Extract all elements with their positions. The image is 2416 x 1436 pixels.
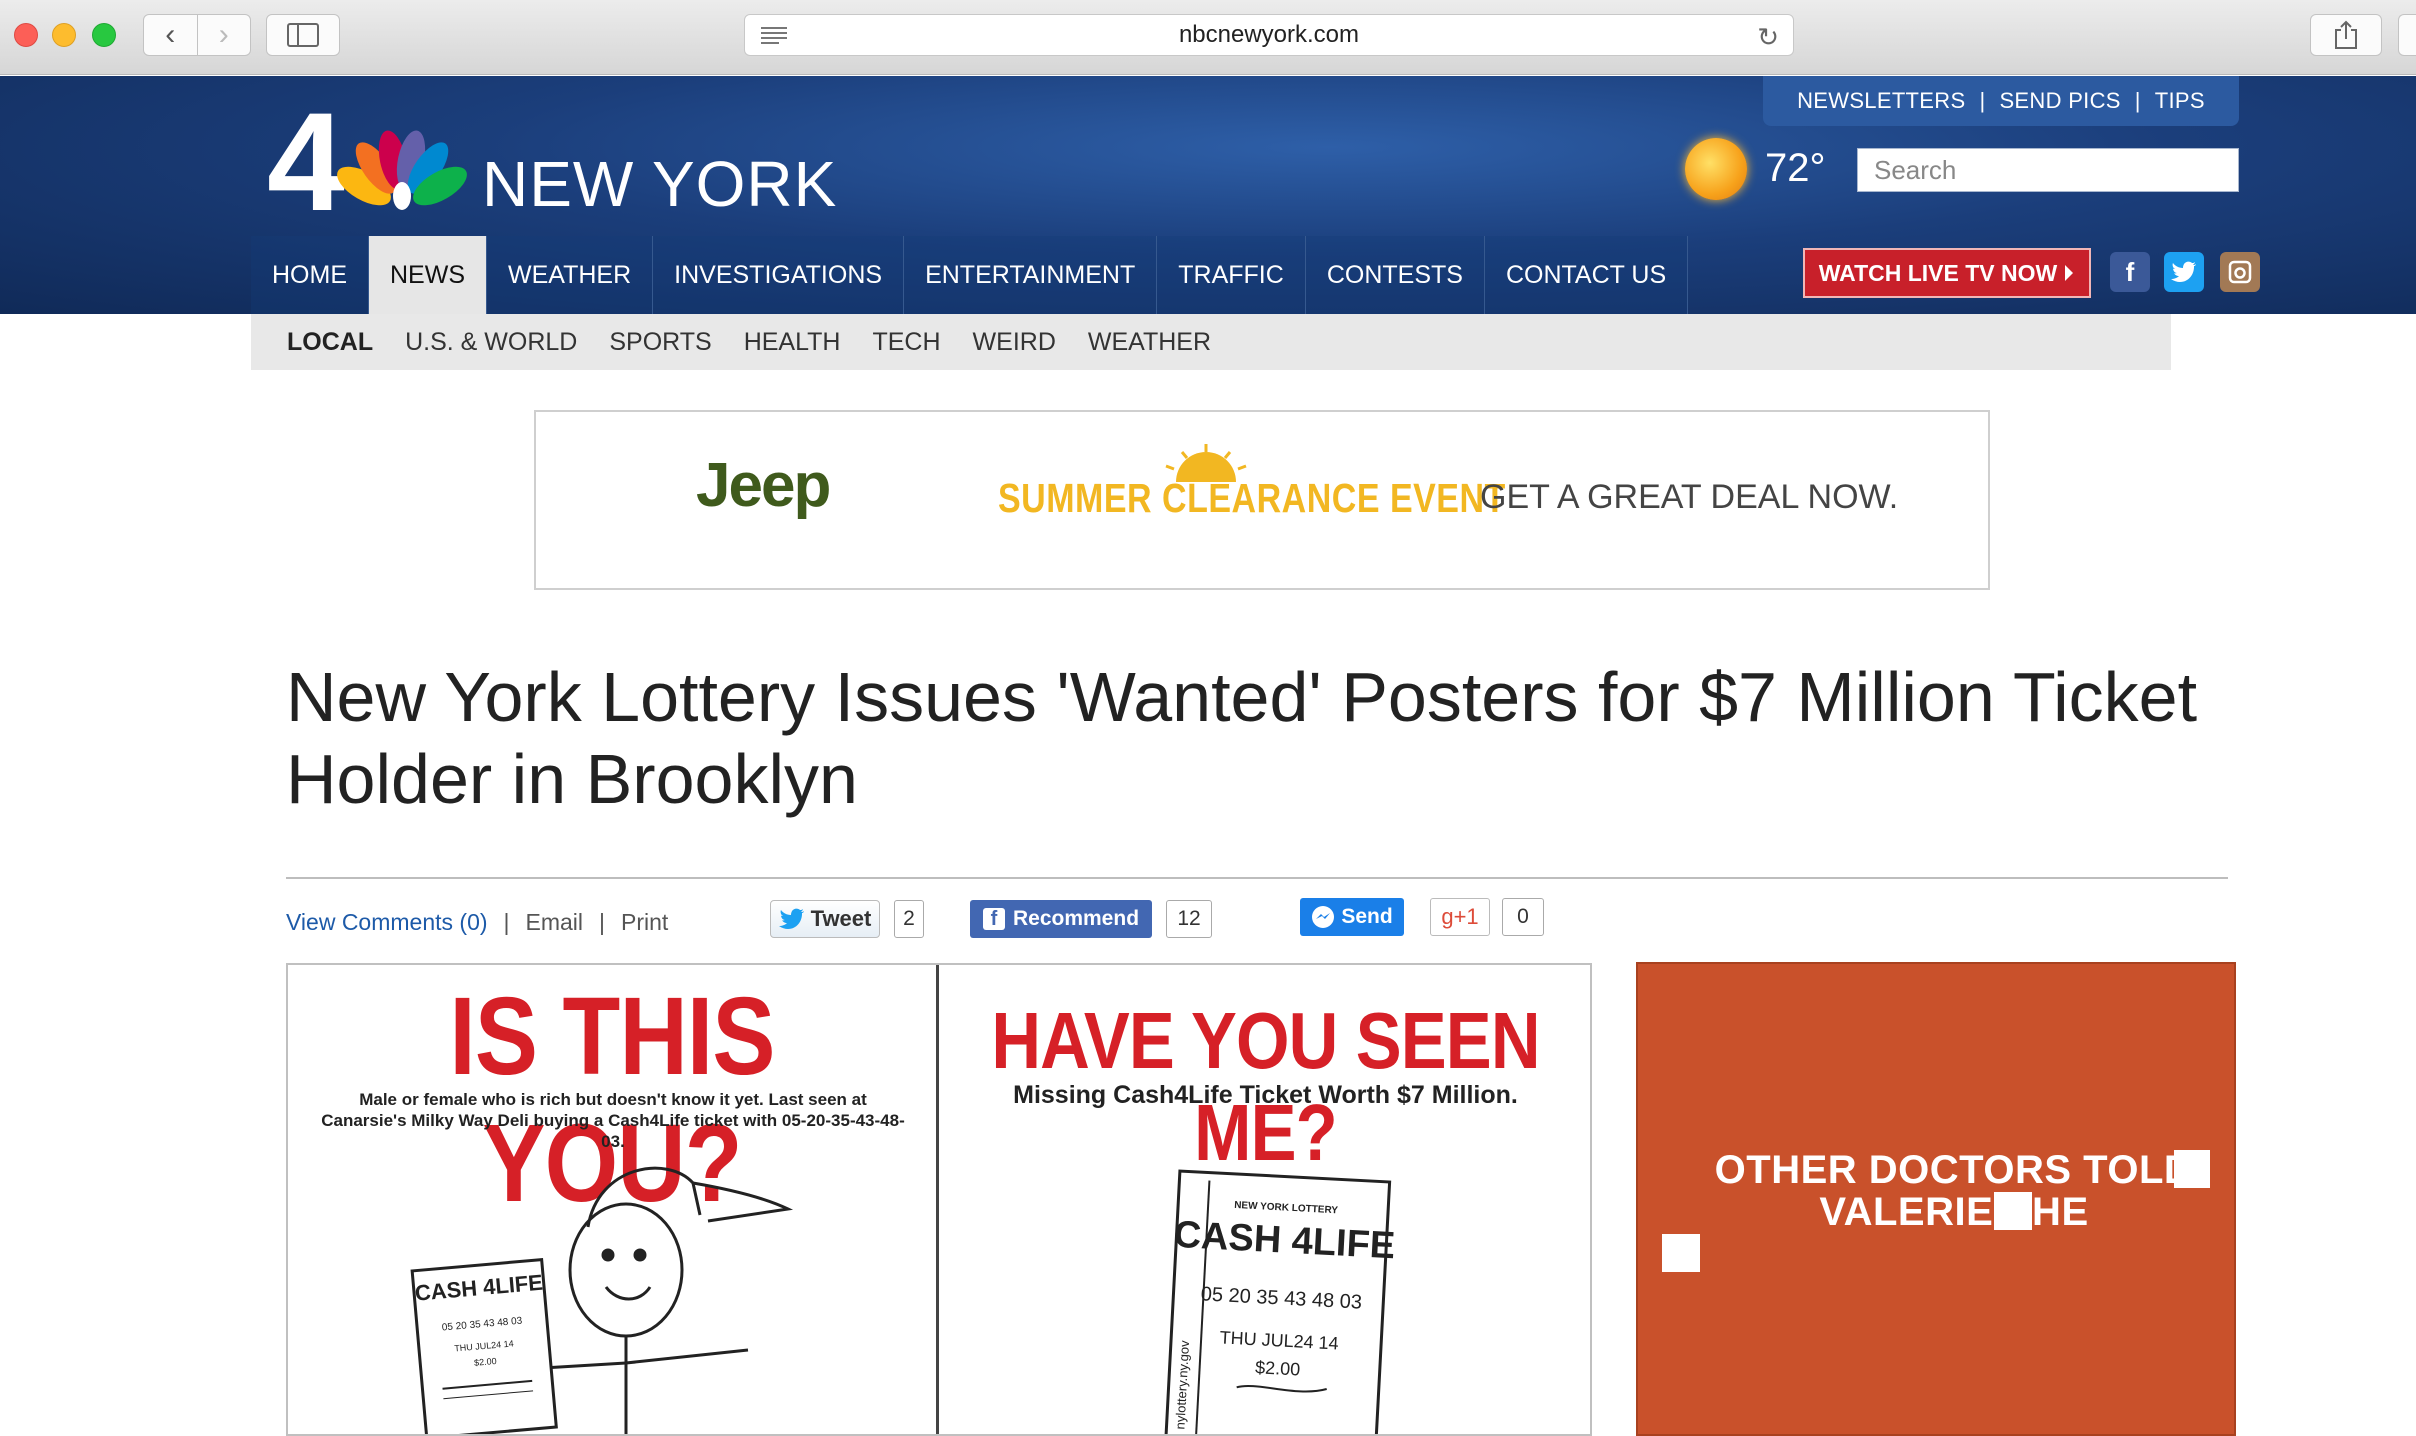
nav-entertainment[interactable]: ENTERTAINMENT (904, 236, 1158, 314)
forward-button[interactable]: › (196, 15, 251, 55)
facebook-icon: f (982, 908, 1005, 930)
chevron-right-icon: › (218, 18, 229, 51)
reload-icon[interactable]: ↻ (1757, 22, 1779, 53)
print-link[interactable]: Print (621, 909, 668, 936)
tweet-label: Tweet (810, 906, 872, 931)
email-link[interactable]: Email (526, 909, 584, 936)
reader-icon[interactable] (759, 25, 789, 45)
stick-figure-drawing: CASH 4LIFE 05 20 35 43 48 03 THU JUL24 1… (410, 1166, 794, 1434)
address-bar[interactable]: nbcnewyork.com ↻ (744, 14, 1794, 56)
url-text: nbcnewyork.com (1178, 21, 1360, 48)
google-plus-button[interactable]: g+1 (1430, 898, 1490, 936)
ad-event: SUMMER CLEARANCE EVENT (998, 476, 1506, 522)
gplus-count: 0 (1502, 898, 1544, 936)
sidebar-icon (287, 23, 319, 47)
logo-text: NEW YORK (482, 148, 837, 220)
watch-live-label: WATCH LIVE TV NOW (1818, 259, 2058, 286)
site-header: NEWSLETTERS | SEND PICS | TIPS 4 NEW YOR… (0, 76, 2416, 314)
tips-link[interactable]: TIPS (2155, 88, 2205, 114)
instagram-icon[interactable] (2220, 252, 2260, 292)
browser-toolbar: ‹ › nbcnewyork.com ↻ (0, 0, 2416, 75)
tweet-count: 2 (894, 900, 924, 938)
logo-number: 4 (267, 98, 345, 228)
twitter-icon[interactable] (2164, 252, 2204, 292)
separator: | (599, 908, 606, 935)
ad-placeholder-block (2174, 1150, 2210, 1188)
recommend-button[interactable]: f Recommend (970, 900, 1152, 938)
wanted-poster-left: IS THIS YOU? Male or female who is rich … (288, 965, 939, 1434)
play-arrow-icon (2065, 265, 2074, 281)
history-nav: ‹ › (143, 14, 251, 56)
minimize-window-button[interactable] (52, 23, 76, 47)
twitter-bird-icon (778, 908, 804, 929)
send-label: Send (1341, 905, 1393, 928)
nav-investigations[interactable]: INVESTIGATIONS (653, 236, 905, 314)
chevron-left-icon: ‹ (165, 18, 176, 51)
separator: | (1979, 88, 1986, 113)
messenger-icon (1312, 906, 1335, 928)
twitter-bird-icon (2171, 261, 2196, 282)
ad-placeholder-block (1994, 1192, 2032, 1230)
subnav-local[interactable]: LOCAL (287, 328, 373, 357)
peacock-icon (337, 130, 467, 210)
nav-contests[interactable]: CONTESTS (1305, 236, 1485, 314)
subnav-weird[interactable]: WEIRD (973, 328, 1056, 357)
ad-brand: Jeep (696, 451, 831, 520)
separator: | (503, 908, 510, 935)
gplus-label: g+1 (1441, 904, 1479, 929)
ad-cta: GET A GREAT DEAL NOW. (1480, 478, 1899, 516)
wanted-poster-right: HAVE YOU SEEN ME? Missing Cash4Life Tick… (940, 965, 1590, 1434)
nav-traffic[interactable]: TRAFFIC (1157, 236, 1306, 314)
send-pics-link[interactable]: SEND PICS (1999, 88, 2120, 114)
sidebar-ad[interactable]: OTHER DOCTORS TOLD VALERIE SHE (1636, 962, 2236, 1436)
ad-placeholder-block (1662, 1234, 1700, 1272)
back-button[interactable]: ‹ (144, 15, 197, 55)
subnav-health[interactable]: HEALTH (744, 328, 841, 357)
share-tools: View Comments (0) | Email | Print (286, 902, 668, 942)
subnav-weather[interactable]: WEATHER (1088, 328, 1211, 357)
ticket-price: $2.00 (1255, 1357, 1301, 1379)
nav-weather[interactable]: WEATHER (487, 236, 654, 314)
nav-home[interactable]: HOME (251, 236, 369, 314)
nav-news[interactable]: NEWS (369, 236, 487, 314)
subnav-sports[interactable]: SPORTS (609, 328, 711, 357)
utility-links: NEWSLETTERS | SEND PICS | TIPS (1763, 76, 2239, 126)
share-icon (2335, 20, 2357, 49)
tweet-button[interactable]: Tweet (770, 900, 880, 938)
ticket-drawing: NEW YORK LOTTERY CASH 4LIFE 05 20 35 43 … (1164, 1169, 1396, 1434)
ad-headline: OTHER DOCTORS TOLD VALERIE SHE (1714, 1148, 2194, 1234)
sidebar-toggle-button[interactable] (266, 14, 340, 56)
facebook-glyph: f (2125, 256, 2135, 287)
tab-overview-button[interactable] (2398, 14, 2416, 56)
article-headline: New York Lottery Issues 'Wanted' Posters… (286, 658, 2198, 818)
sun-icon[interactable] (1685, 138, 1747, 200)
temperature[interactable]: 72° (1765, 146, 1826, 191)
facebook-icon[interactable]: f (2110, 252, 2150, 292)
newsletters-link[interactable]: NEWSLETTERS (1797, 88, 1965, 114)
view-comments-link[interactable]: View Comments (0) (286, 909, 488, 936)
recommend-count: 12 (1166, 900, 1212, 938)
main-nav: HOME NEWS WEATHER INVESTIGATIONS ENTERTA… (251, 236, 1689, 314)
separator: | (2134, 88, 2141, 113)
search-input[interactable] (1857, 148, 2239, 192)
section-subnav: LOCAL U.S. & WORLD SPORTS HEALTH TECH WE… (251, 314, 2171, 370)
subnav-us-world[interactable]: U.S. & WORLD (405, 328, 577, 357)
camera-icon (2228, 260, 2252, 284)
jeep-banner-ad[interactable]: Jeep SUMMER CLEARANCE EVENT GET A GREAT … (534, 410, 1990, 590)
subnav-tech[interactable]: TECH (872, 328, 940, 357)
lead-image[interactable]: IS THIS YOU? Male or female who is rich … (286, 963, 1592, 1436)
messenger-send-button[interactable]: Send (1300, 898, 1404, 936)
watch-live-tv-button[interactable]: WATCH LIVE TV NOW (1803, 248, 2091, 298)
share-button[interactable] (2310, 14, 2382, 56)
ticket-price: $2.00 (474, 1356, 497, 1368)
close-window-button[interactable] (14, 23, 38, 47)
nav-contact-us[interactable]: CONTACT US (1484, 236, 1689, 314)
nbc-new-york-logo[interactable]: 4 NEW YORK (267, 98, 907, 228)
divider (286, 877, 2228, 879)
recommend-label: Recommend (1012, 907, 1140, 930)
zoom-window-button[interactable] (92, 23, 116, 47)
